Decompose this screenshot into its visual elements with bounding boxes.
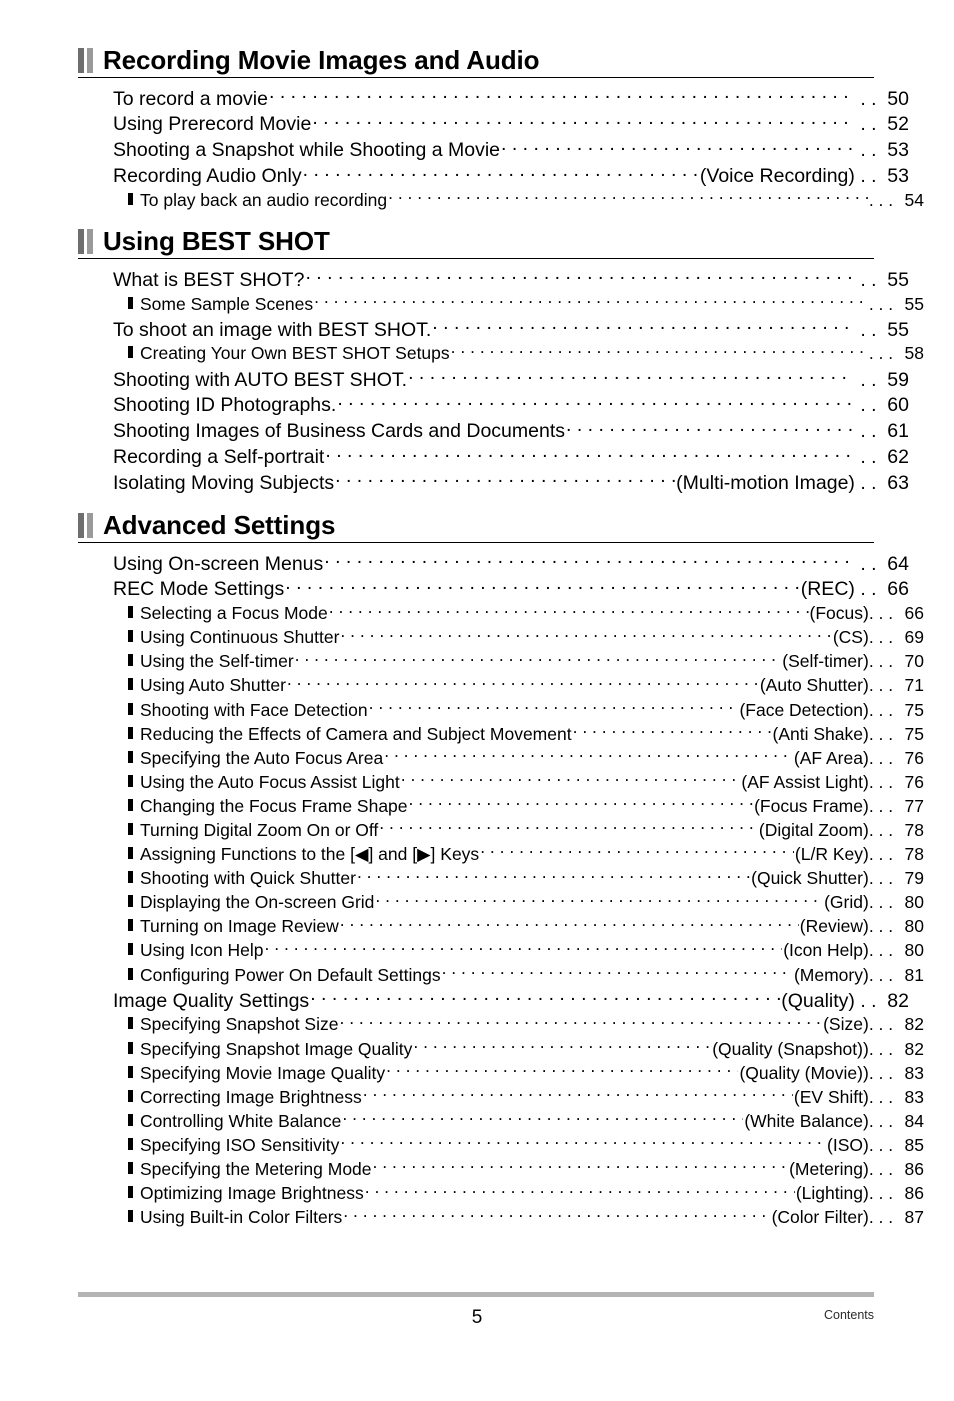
dot-leader	[363, 1085, 793, 1103]
bullet-square-icon	[128, 654, 133, 667]
bullet-square-icon	[128, 1065, 133, 1078]
dot-leader	[287, 674, 759, 692]
dot-leader	[340, 1133, 826, 1151]
bullet-square-icon	[128, 678, 133, 691]
dot-leader	[340, 626, 831, 644]
bullet-square-icon	[128, 798, 133, 811]
bullet-square-icon	[128, 1162, 133, 1174]
dot-leader	[379, 818, 758, 836]
dot-leader	[365, 1182, 795, 1200]
dot-leader	[409, 794, 754, 812]
dot-leader	[265, 939, 783, 957]
bullet-square-icon	[128, 919, 133, 932]
bullet-square-icon	[128, 630, 133, 643]
dot-leader	[340, 915, 799, 933]
footer-page-number: 5	[471, 1307, 483, 1328]
bullet-square-icon	[128, 871, 133, 884]
footer-section-label: Contents	[823, 1308, 874, 1322]
dot-leader	[373, 1158, 789, 1176]
bullet-square-icon	[128, 1210, 133, 1223]
bullet-square-icon	[128, 1017, 133, 1030]
bullet-square-icon	[128, 1089, 133, 1102]
dot-leader	[442, 963, 793, 981]
bullet-square-icon	[128, 606, 133, 619]
bullet-square-icon	[128, 967, 133, 980]
bullet-square-icon	[128, 726, 133, 739]
dot-leader	[343, 1206, 770, 1224]
dot-leader	[324, 550, 854, 570]
dot-leader	[369, 698, 739, 716]
bullet-square-icon	[128, 943, 133, 956]
dot-leader	[386, 1061, 738, 1079]
dot-leader	[413, 1037, 711, 1055]
bullet-square-icon	[128, 774, 133, 787]
bullet-square-icon	[128, 1186, 133, 1199]
bullet-square-icon	[128, 1041, 133, 1054]
dot-leader	[339, 1013, 822, 1031]
footer-divider	[78, 1292, 874, 1297]
bullet-square-icon	[128, 1137, 133, 1150]
dot-leader	[285, 576, 799, 596]
bullet-square-icon	[128, 750, 133, 763]
dot-leader	[342, 1109, 743, 1127]
toc-content: Recording Movie Images and Audio50To rec…	[78, 44, 924, 1244]
dot-leader	[310, 987, 780, 1007]
bullet-square-icon	[128, 895, 133, 908]
bullet-square-icon	[128, 1113, 133, 1126]
dot-leader	[295, 650, 782, 668]
dot-leader	[375, 891, 823, 909]
toc-page: Recording Movie Images and Audio50To rec…	[0, 0, 954, 1357]
dot-leader	[480, 843, 794, 861]
dot-leader	[573, 722, 772, 740]
dot-leader	[401, 770, 741, 788]
section-header[interactable]: Advanced Settings64	[78, 509, 874, 544]
dot-leader	[329, 602, 809, 620]
bullet-square-icon	[128, 702, 133, 715]
dot-leader	[357, 867, 750, 885]
bullet-square-icon	[128, 822, 133, 835]
bullet-square-icon	[128, 847, 133, 860]
dot-leader	[384, 746, 793, 764]
